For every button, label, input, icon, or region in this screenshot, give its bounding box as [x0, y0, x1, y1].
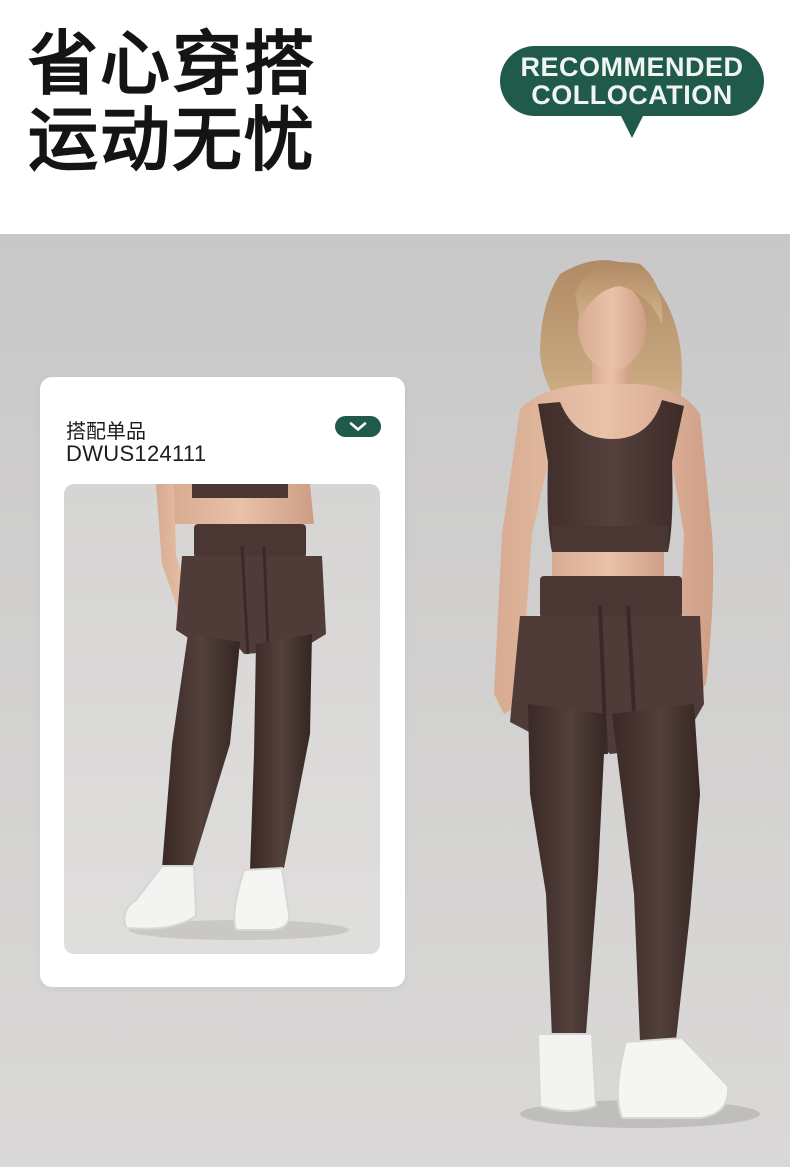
badge-line-2: COLLOCATION — [531, 80, 733, 110]
matching-item-image — [64, 484, 380, 954]
recommended-collocation-badge: RECOMMENDED COLLOCATION — [500, 46, 764, 116]
header: 省心穿搭 运动无忧 RECOMMENDED COLLOCATION — [0, 0, 790, 234]
headline-line-1: 省心穿搭 — [28, 23, 316, 105]
badge-line-1: RECOMMENDED — [520, 52, 744, 82]
expand-button[interactable] — [335, 416, 381, 437]
chevron-down-icon — [349, 422, 367, 431]
model-photo: 搭配单品 DWUS124111 — [0, 234, 790, 1167]
badge-pointer — [618, 110, 646, 138]
headline: 省心穿搭 运动无忧 — [28, 26, 316, 178]
product-code: DWUS124111 — [66, 441, 207, 466]
matching-item-card[interactable]: 搭配单品 DWUS124111 — [40, 377, 405, 987]
item-figure — [123, 484, 349, 940]
matching-item-label: 搭配单品 — [66, 419, 146, 443]
headline-line-2: 运动无忧 — [28, 99, 316, 181]
